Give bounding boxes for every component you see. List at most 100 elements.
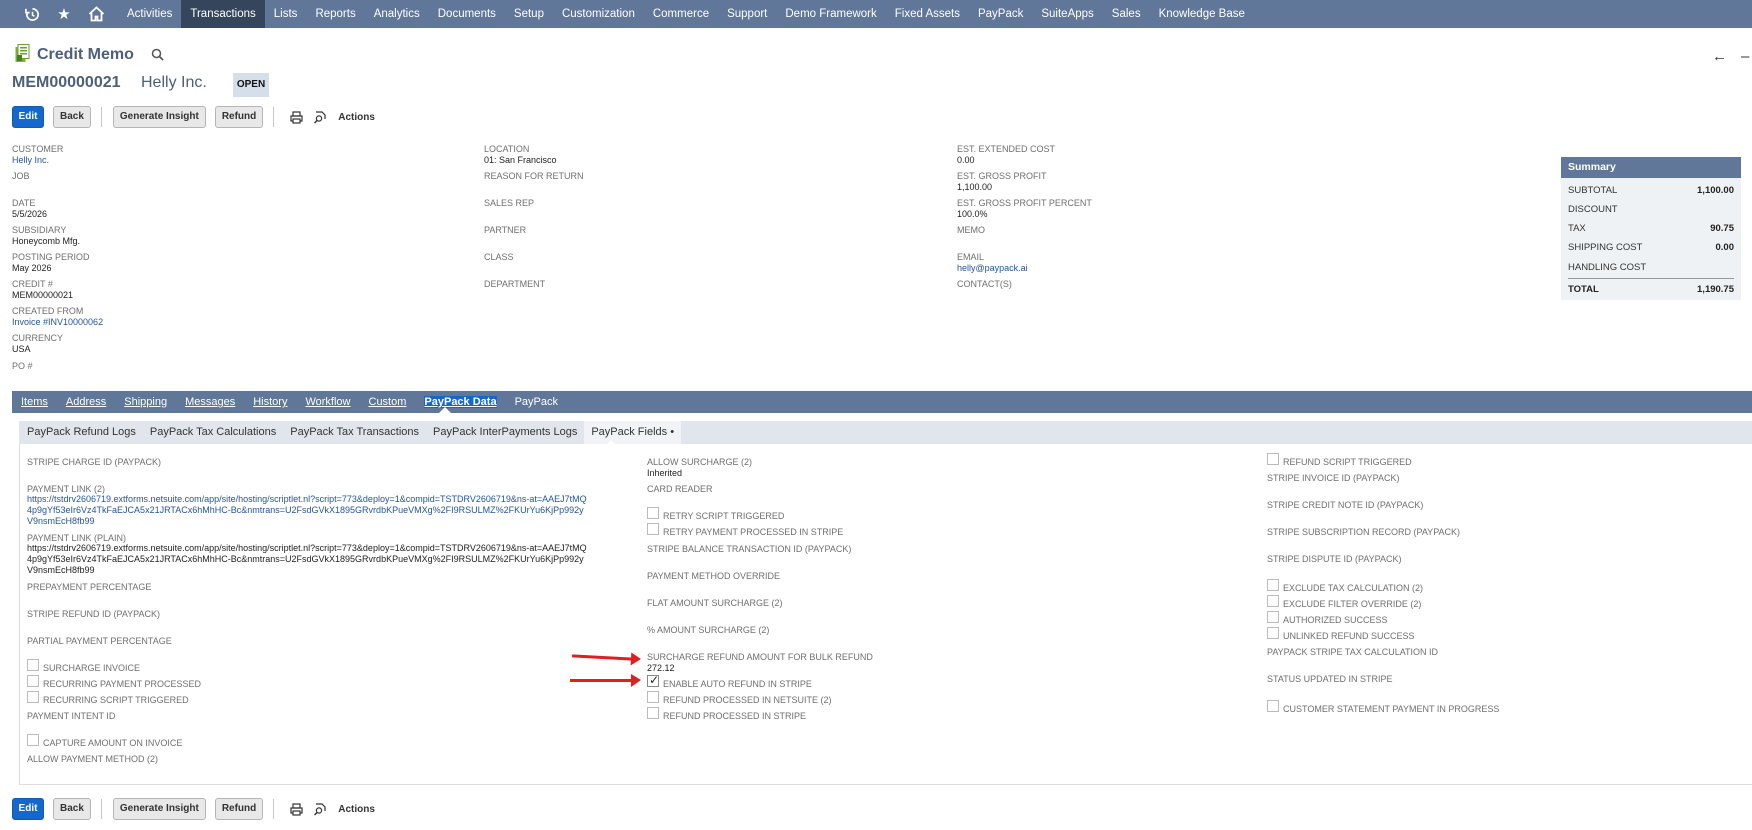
summary-shipping: SHIPPING COST 0.00	[1568, 242, 1734, 253]
actions-menu[interactable]: Actions	[338, 804, 375, 815]
nav-item-transactions[interactable]: Transactions	[181, 0, 265, 28]
nav-item-support[interactable]: Support	[718, 0, 776, 28]
refund-button[interactable]: Refund	[214, 106, 264, 128]
refund-triggered-label: REFUND SCRIPT TRIGGERED	[1283, 457, 1412, 467]
search-refresh-icon[interactable]	[312, 801, 328, 817]
nav-item-setup[interactable]: Setup	[505, 0, 553, 28]
star-icon[interactable]: ★	[54, 5, 74, 23]
back-button[interactable]: Back	[53, 106, 91, 128]
refund-button[interactable]: Refund	[214, 798, 264, 820]
refund-stripe-checkbox[interactable]	[647, 707, 659, 719]
subsidiary-label: SUBSIDIARY	[12, 225, 67, 235]
handling-label: HANDLING COST	[1568, 262, 1647, 273]
email-link[interactable]: helly@paypack.ai	[957, 263, 1028, 273]
refund-netsuite-label: REFUND PROCESSED IN NETSUITE (2)	[663, 695, 832, 705]
payment-link-value[interactable]: https://tstdrv2606719.extforms.netsuite.…	[27, 494, 587, 527]
created-from-link[interactable]: Invoice #INV10000062	[12, 317, 103, 327]
tab-shipping[interactable]: Shipping	[115, 396, 176, 408]
generate-insight-button[interactable]: Generate Insight	[112, 798, 206, 820]
tab-messages[interactable]: Messages	[176, 396, 244, 408]
currency-value: USA	[12, 344, 31, 354]
home-icon[interactable]	[86, 5, 106, 23]
bulk-refund-value: 272.12	[647, 663, 675, 673]
retry-processed-checkbox[interactable]	[647, 523, 659, 535]
nav-item-fixed-assets[interactable]: Fixed Assets	[886, 0, 969, 28]
tab-custom[interactable]: Custom	[360, 396, 416, 408]
nav-item-analytics[interactable]: Analytics	[365, 0, 429, 28]
nav-item-lists[interactable]: Lists	[265, 0, 307, 28]
summary-tax: TAX 90.75	[1568, 223, 1734, 234]
subtab-panel	[19, 421, 1752, 785]
enable-auto-refund-label: ENABLE AUTO REFUND IN STRIPE	[663, 679, 812, 689]
shipping-label: SHIPPING COST	[1568, 242, 1643, 253]
retry-triggered-checkbox[interactable]	[647, 507, 659, 519]
subtab-tax-transactions[interactable]: PayPack Tax Transactions	[283, 421, 426, 444]
nav-item-reports[interactable]: Reports	[306, 0, 364, 28]
tab-history[interactable]: History	[244, 396, 296, 408]
exclude-filter-checkbox[interactable]	[1267, 595, 1279, 607]
subtab-paypack-fields[interactable]: PayPack Fields •	[584, 421, 682, 444]
subtotal-value: 1,100.00	[1697, 185, 1734, 196]
nav-item-paypack[interactable]: PayPack	[969, 0, 1032, 28]
back-button[interactable]: Back	[53, 798, 91, 820]
nav-item-demo-framework[interactable]: Demo Framework	[776, 0, 885, 28]
subtab-refund-logs[interactable]: PayPack Refund Logs	[20, 421, 143, 444]
recurring-triggered-checkbox[interactable]	[27, 691, 39, 703]
nav-item-commerce[interactable]: Commerce	[644, 0, 718, 28]
refund-netsuite-checkbox[interactable]	[647, 691, 659, 703]
enable-auto-refund-checkbox[interactable]	[647, 673, 659, 687]
currency-label: CURRENCY	[12, 333, 64, 343]
subtab-tax-calculations[interactable]: PayPack Tax Calculations	[143, 421, 283, 444]
nav-item-activities[interactable]: Activities	[118, 0, 181, 28]
capture-amount-checkbox[interactable]	[27, 734, 39, 746]
capture-amount-label: CAPTURE AMOUNT ON INVOICE	[43, 738, 183, 748]
nav-item-knowledge-base[interactable]: Knowledge Base	[1150, 0, 1254, 28]
history-icon[interactable]	[22, 5, 42, 23]
stripe-charge-id-label: STRIPE CHARGE ID (PAYPACK)	[27, 457, 162, 467]
customer-statement-checkbox[interactable]	[1267, 700, 1279, 712]
nav-item-documents[interactable]: Documents	[429, 0, 505, 28]
extended-cost-label: EST. EXTENDED COST	[957, 144, 1056, 154]
gross-profit-percent-label: EST. GROSS PROFIT PERCENT	[957, 198, 1092, 208]
exclude-tax-checkbox[interactable]	[1267, 579, 1279, 591]
bottom-button-bar: Edit Back Generate Insight Refund Action…	[12, 798, 375, 820]
balance-transaction-label: STRIPE BALANCE TRANSACTION ID (PAYPACK)	[647, 544, 852, 554]
recurring-triggered-label: RECURRING SCRIPT TRIGGERED	[43, 695, 189, 705]
edit-button[interactable]: Edit	[12, 798, 44, 820]
actions-menu[interactable]: Actions	[338, 112, 375, 123]
surcharge-invoice-checkbox[interactable]	[27, 659, 39, 671]
authorized-success-checkbox[interactable]	[1267, 611, 1279, 623]
date-value: 5/5/2026	[12, 209, 48, 219]
customer-link[interactable]: Helly Inc.	[12, 155, 49, 165]
edit-button[interactable]: Edit	[12, 106, 44, 128]
recurring-processed-checkbox[interactable]	[27, 675, 39, 687]
discount-label: DISCOUNT	[1568, 204, 1618, 215]
tab-address[interactable]: Address	[57, 396, 115, 408]
subtab-interpayments-logs[interactable]: PayPack InterPayments Logs	[426, 421, 584, 444]
stripe-dispute-label: STRIPE DISPUTE ID (PAYPACK)	[1267, 554, 1402, 564]
print-icon[interactable]	[288, 109, 304, 125]
tab-caret	[439, 407, 451, 413]
tab-workflow[interactable]: Workflow	[296, 396, 359, 408]
subtab-caret	[605, 440, 617, 446]
payment-link-label: PAYMENT LINK (2)	[27, 484, 106, 494]
tab-paypack-data[interactable]: PayPack Data	[415, 396, 505, 408]
tab-items[interactable]: Items	[12, 396, 57, 408]
back-arrow-icon[interactable]: ←	[1712, 48, 1727, 65]
search-icon[interactable]	[151, 48, 165, 62]
department-label: DEPARTMENT	[484, 279, 546, 289]
extended-cost-value: 0.00	[957, 155, 975, 165]
sales-rep-label: SALES REP	[484, 198, 535, 208]
unlinked-refund-checkbox[interactable]	[1267, 627, 1279, 639]
tab-paypack[interactable]: PayPack	[506, 396, 567, 408]
stripe-credit-note-label: STRIPE CREDIT NOTE ID (PAYPACK)	[1267, 500, 1424, 510]
generate-insight-button[interactable]: Generate Insight	[112, 106, 206, 128]
nav-item-suiteapps[interactable]: SuiteApps	[1032, 0, 1102, 28]
nav-item-customization[interactable]: Customization	[553, 0, 644, 28]
forward-arrow-icon[interactable]: –	[1741, 48, 1749, 65]
search-refresh-icon[interactable]	[312, 109, 328, 125]
print-icon[interactable]	[288, 801, 304, 817]
exclude-filter-label: EXCLUDE FILTER OVERRIDE (2)	[1283, 599, 1422, 609]
refund-triggered-checkbox[interactable]	[1267, 453, 1279, 465]
nav-item-sales[interactable]: Sales	[1103, 0, 1150, 28]
